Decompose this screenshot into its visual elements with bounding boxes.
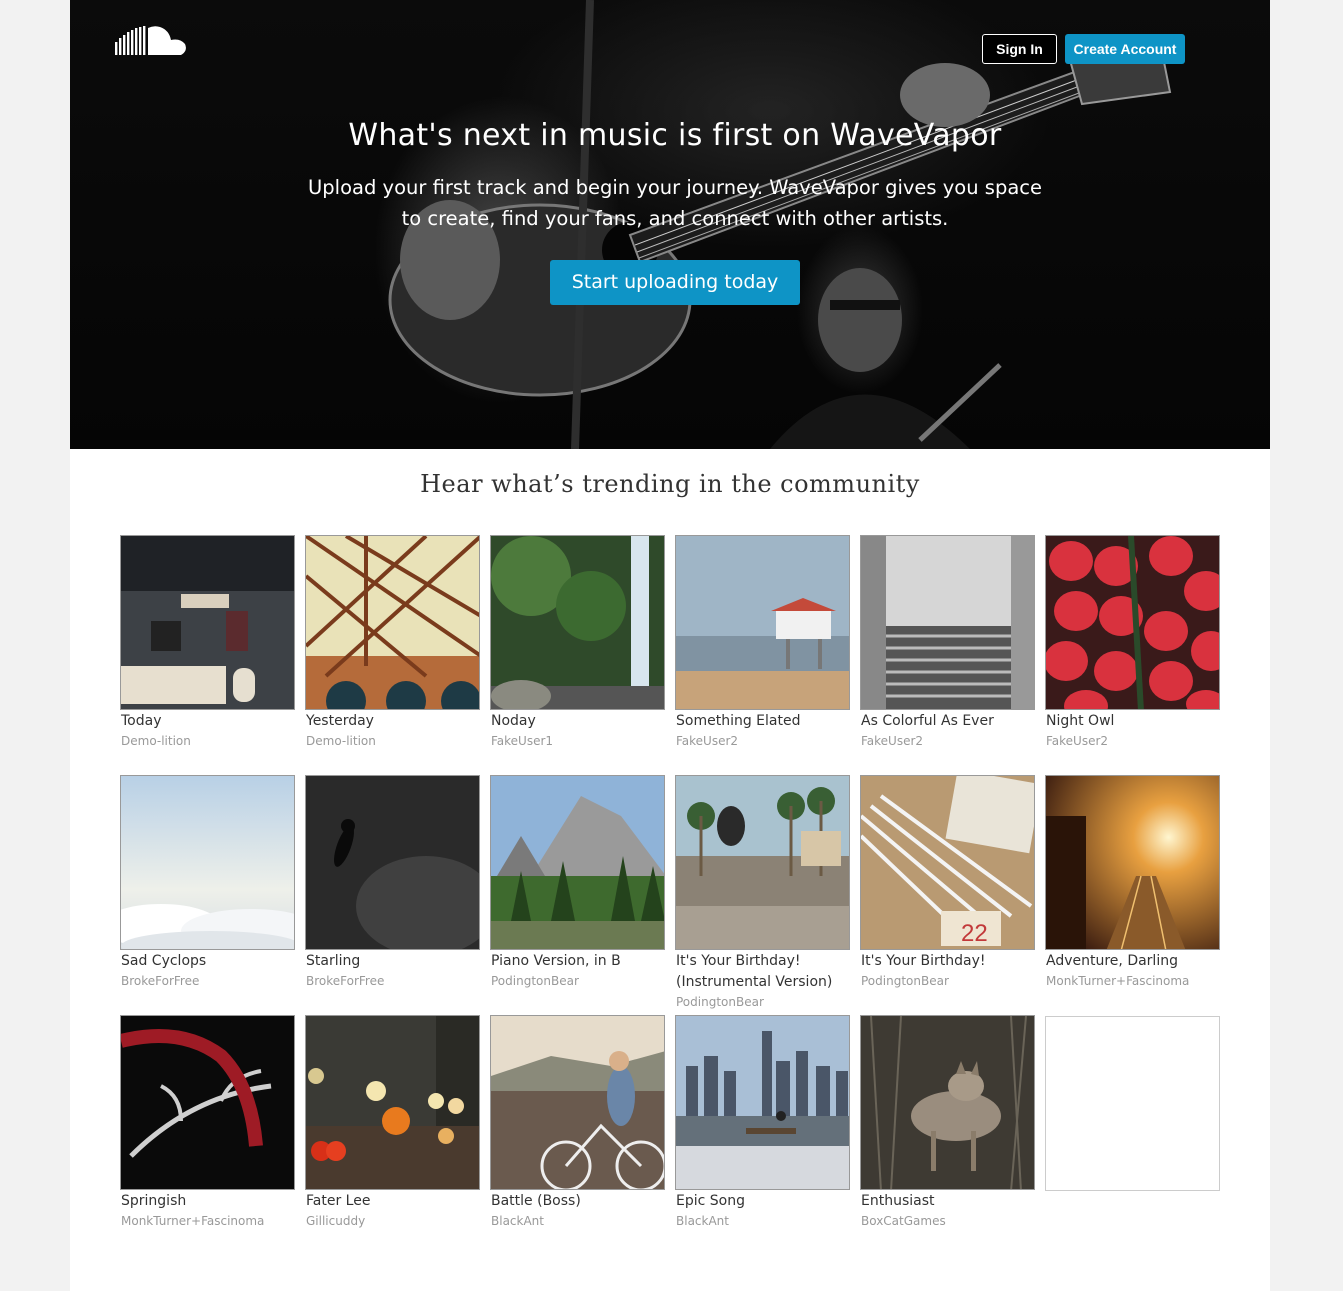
track-user[interactable]: Gillicuddy	[305, 1212, 480, 1230]
track-title[interactable]: Piano Version, in B	[490, 951, 665, 972]
track-artwork[interactable]	[305, 775, 480, 950]
sign-in-button[interactable]: Sign In	[982, 34, 1057, 64]
track-tile: Night Owl FakeUser2	[1045, 535, 1220, 750]
track-user[interactable]: FakeUser2	[860, 732, 1035, 750]
track-artwork[interactable]	[305, 535, 480, 710]
track-user[interactable]: BlackAnt	[490, 1212, 665, 1230]
track-title[interactable]: Starling	[305, 951, 480, 972]
track-tile: It's Your Birthday! (Instrumental Versio…	[675, 775, 850, 1011]
track-artwork[interactable]	[490, 775, 665, 950]
cloud-logo-icon[interactable]	[114, 24, 188, 58]
track-title[interactable]: Night Owl	[1045, 711, 1220, 732]
start-uploading-button[interactable]: Start uploading today	[550, 260, 800, 305]
track-tile: As Colorful As Ever FakeUser2	[860, 535, 1035, 750]
empty-artwork	[1045, 1016, 1220, 1191]
track-artwork[interactable]	[675, 535, 850, 710]
track-tile: Starling BrokeForFree	[305, 775, 480, 990]
track-user[interactable]: BoxCatGames	[860, 1212, 1035, 1230]
trending-heading: Hear what’s trending in the community	[420, 470, 920, 498]
track-tile: Today Demo-lition	[120, 535, 295, 750]
track-user[interactable]: Demo-lition	[305, 732, 480, 750]
track-tile: Noday FakeUser1	[490, 535, 665, 750]
track-title[interactable]: Noday	[490, 711, 665, 732]
track-user[interactable]: PodingtonBear	[675, 993, 850, 1011]
track-user[interactable]: BrokeForFree	[305, 972, 480, 990]
track-user[interactable]: FakeUser2	[675, 732, 850, 750]
track-title[interactable]: Something Elated	[675, 711, 850, 732]
track-artwork[interactable]	[120, 1015, 295, 1190]
track-artwork[interactable]	[305, 1015, 480, 1190]
track-tile: Battle (Boss) BlackAnt	[490, 1015, 665, 1230]
track-user[interactable]: BrokeForFree	[120, 972, 295, 990]
track-tile-placeholder	[1045, 1016, 1220, 1191]
track-tile: 22 It's Your Birthday! PodingtonBear	[860, 775, 1035, 990]
track-title[interactable]: As Colorful As Ever	[860, 711, 1035, 732]
track-title[interactable]: Springish	[120, 1191, 295, 1212]
page: Sign In Create Account What's next in mu…	[70, 0, 1270, 1291]
track-artwork[interactable]	[1045, 775, 1220, 950]
track-title[interactable]: Sad Cyclops	[120, 951, 295, 972]
track-user[interactable]: PodingtonBear	[490, 972, 665, 990]
track-artwork[interactable]	[675, 775, 850, 950]
track-user[interactable]: FakeUser2	[1045, 732, 1220, 750]
track-artwork[interactable]	[860, 1015, 1035, 1190]
track-tile: Springish MonkTurner+Fascinoma	[120, 1015, 295, 1230]
svg-text:22: 22	[961, 920, 988, 947]
track-title[interactable]: Battle (Boss)	[490, 1191, 665, 1212]
track-user[interactable]: BlackAnt	[675, 1212, 850, 1230]
hero-subtitle: Upload your first track and begin your j…	[308, 176, 1042, 230]
create-account-button[interactable]: Create Account	[1065, 34, 1185, 64]
track-user[interactable]: Demo-lition	[120, 732, 295, 750]
track-tile: Adventure, Darling MonkTurner+Fascinoma	[1045, 775, 1220, 990]
track-artwork[interactable]	[860, 535, 1035, 710]
track-tile: Sad Cyclops BrokeForFree	[120, 775, 295, 990]
track-title[interactable]: Yesterday	[305, 711, 480, 732]
track-tile: Something Elated FakeUser2	[675, 535, 850, 750]
track-artwork[interactable]: 22	[860, 775, 1035, 950]
track-title[interactable]: Adventure, Darling	[1045, 951, 1220, 972]
track-tile: Piano Version, in B PodingtonBear	[490, 775, 665, 990]
track-title[interactable]: Enthusiast	[860, 1191, 1035, 1212]
track-artwork[interactable]	[1045, 535, 1220, 710]
track-title[interactable]: Today	[120, 711, 295, 732]
track-artwork[interactable]	[120, 535, 295, 710]
track-artwork[interactable]	[675, 1015, 850, 1190]
hero-banner: Sign In Create Account What's next in mu…	[70, 0, 1270, 449]
track-tile: Yesterday Demo-lition	[305, 535, 480, 750]
track-user[interactable]: FakeUser1	[490, 732, 665, 750]
track-artwork[interactable]	[120, 775, 295, 950]
track-user[interactable]: MonkTurner+Fascinoma	[1045, 972, 1220, 990]
track-title[interactable]: It's Your Birthday! (Instrumental Versio…	[675, 951, 850, 993]
track-user[interactable]: PodingtonBear	[860, 972, 1035, 990]
track-tile: Epic Song BlackAnt	[675, 1015, 850, 1230]
track-tile: Enthusiast BoxCatGames	[860, 1015, 1035, 1230]
track-title[interactable]: Fater Lee	[305, 1191, 480, 1212]
track-title[interactable]: Epic Song	[675, 1191, 850, 1212]
track-user[interactable]: MonkTurner+Fascinoma	[120, 1212, 295, 1230]
track-artwork[interactable]	[490, 535, 665, 710]
track-tile: Fater Lee Gillicuddy	[305, 1015, 480, 1230]
track-artwork[interactable]	[490, 1015, 665, 1190]
track-title[interactable]: It's Your Birthday!	[860, 951, 1035, 972]
hero-title: What's next in music is first on WaveVap…	[348, 118, 1002, 153]
